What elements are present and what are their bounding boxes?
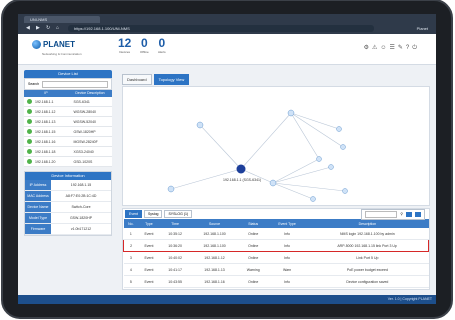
info-row: Device Name Switch-Core: [25, 202, 111, 213]
prev-page-button[interactable]: [406, 211, 412, 217]
log-tabs: Event Syslog SYSLOG (1) ⚲: [123, 208, 429, 220]
gear-icon[interactable]: ⚙: [364, 45, 372, 51]
table-row[interactable]: 4 Event 10:41:17 192.168.1.13 Warning Warn PoE…: [123, 263, 429, 276]
status-bar: Ver. 1.0 | Copyright PLANET: [18, 295, 436, 304]
device-panel: Device List Search IP Device Description…: [24, 70, 112, 290]
device-list-header: IP Device Description: [24, 90, 112, 97]
stat-alerts[interactable]: 0 Alerts: [158, 36, 166, 55]
device-node-icon: [342, 188, 348, 194]
device-row[interactable]: 192.168.1.18 XGS3-24040: [24, 147, 112, 157]
online-status-icon: [27, 119, 32, 124]
stat-alerts-value: 0: [158, 36, 166, 50]
stat-alerts-label: Alerts: [158, 50, 166, 54]
forward-icon[interactable]: ▶: [36, 25, 40, 32]
info-row: IP Address 192.168.1.15: [25, 180, 111, 191]
online-status-icon: [27, 129, 32, 134]
device-node-icon: [328, 164, 334, 170]
app-header: PLANET Networking & Communication 12 Dev…: [18, 34, 436, 65]
tab-syslog-filter[interactable]: SYSLOG (1): [164, 210, 193, 218]
online-status-icon: [27, 109, 32, 114]
tab-syslog[interactable]: Syslog: [143, 210, 163, 218]
device-node-icon: [310, 196, 316, 202]
reload-icon[interactable]: ↻: [46, 25, 50, 32]
settings-icon[interactable]: ☰: [389, 45, 397, 51]
device-row[interactable]: 192.168.1.15 GSW-1820HP: [24, 127, 112, 137]
col-ip: IP: [44, 91, 48, 95]
brand-logo: PLANET: [32, 40, 75, 50]
info-row: MAC Address A8:F7:E0:2B:1C:4D: [25, 191, 111, 202]
log-search-input[interactable]: [365, 210, 398, 218]
device-info-title: Device Information: [25, 172, 111, 180]
next-page-button[interactable]: [415, 211, 421, 217]
header-toolbar: ⚙⚠☺☰✎?⏻: [364, 44, 420, 52]
device-row[interactable]: 192.168.1.20 GSD-1020S: [24, 157, 112, 167]
back-icon[interactable]: ◀: [26, 25, 30, 32]
device-node-icon: [196, 121, 204, 129]
device-info-box: Device Information IP Address 192.168.1.1…: [24, 171, 112, 236]
highlighted-table-row[interactable]: 2 Event 10:36:20 192.168.1.100 Online Info ARP…: [123, 239, 430, 252]
tab-dashboard[interactable]: Dashboard: [122, 74, 152, 85]
stat-offline[interactable]: 0 Offline: [140, 36, 149, 55]
info-row: Firmware v1.0b171212: [25, 224, 111, 235]
tab-topology-view[interactable]: Topology View: [153, 74, 190, 85]
browser-tab[interactable]: UNI-NMS: [24, 16, 100, 23]
browser-bar: UNI-NMS ◀ ▶ ↻ ⌂ https://192.168.1.100/UN…: [18, 14, 436, 34]
power-icon[interactable]: ⏻: [412, 45, 420, 51]
stat-devices-label: Devices: [119, 50, 131, 54]
browser-profile[interactable]: Planet: [417, 25, 428, 32]
info-row: Model Type GSW-1820HP: [25, 213, 111, 224]
tablet-screen: UNI-NMS ◀ ▶ ↻ ⌂ https://192.168.1.100/UN…: [18, 14, 436, 304]
stat-devices[interactable]: 12 Devices: [118, 36, 132, 55]
core-switch-node-icon: [236, 164, 246, 174]
device-row[interactable]: 192.168.1.13 WGSW-52040: [24, 117, 112, 127]
search-icon[interactable]: ⚲: [400, 212, 403, 216]
device-row[interactable]: 192.168.1.1 SGS-6341: [24, 97, 112, 107]
topology-map[interactable]: 192.168.1.1 (SGS-6341): [122, 86, 430, 206]
tab-event[interactable]: Event: [125, 210, 142, 218]
brand-name: PLANET: [43, 40, 75, 49]
event-table-header: No. Type Time Source Status Event Type Descrip…: [123, 219, 429, 228]
device-list-title: Device List: [24, 70, 112, 78]
device-node-icon: [340, 144, 346, 150]
stat-devices-value: 12: [118, 36, 132, 50]
device-search-row: Search: [24, 78, 112, 90]
device-node-icon: [287, 109, 295, 117]
device-node-icon: [269, 179, 277, 187]
device-list: 192.168.1.1 SGS-6341 192.168.1.12 WGSW-280…: [24, 97, 112, 167]
device-search-input[interactable]: [42, 80, 108, 88]
online-status-icon: [27, 149, 32, 154]
table-row[interactable]: 3 Event 10:40:02 192.168.1.12 Online Info Link…: [123, 251, 429, 264]
online-status-icon: [27, 99, 32, 104]
topology-graph: 192.168.1.1 (SGS-6341): [167, 109, 348, 202]
brand-sub: Networking & Communication: [42, 52, 82, 56]
core-node-label: 192.168.1.1 (SGS-6341): [223, 178, 261, 182]
event-table: No. Type Time Source Status Event Type Descrip…: [123, 219, 430, 288]
col-desc: Device Description: [75, 91, 105, 95]
log-search: ⚲: [361, 208, 425, 220]
view-tabs: Dashboard Topology View: [122, 74, 190, 85]
device-node-icon: [336, 126, 342, 132]
event-log-panel: Event Syslog SYSLOG (1) ⚲ No. Type Time Sou…: [122, 208, 430, 290]
online-status-icon: [27, 159, 32, 164]
home-icon[interactable]: ⌂: [56, 25, 59, 32]
globe-icon: [32, 40, 41, 50]
device-row[interactable]: 192.168.1.16 MGSW-28240F: [24, 137, 112, 147]
online-status-icon: [27, 139, 32, 144]
table-row[interactable]: 5 Event 10:43:55 192.168.1.16 Online Info Devi…: [123, 275, 429, 288]
device-node-icon: [167, 185, 175, 193]
tool-icon[interactable]: ✎: [398, 45, 406, 51]
stat-offline-label: Offline: [140, 50, 149, 54]
device-node-icon: [316, 156, 322, 162]
stat-offline-value: 0: [140, 36, 148, 50]
address-bar[interactable]: https://192.168.1.100/UNI-NMS: [68, 25, 374, 32]
device-row[interactable]: 192.168.1.12 WGSW-28040: [24, 107, 112, 117]
table-row[interactable]: 1 Event 10:35:12 192.168.1.100 Online Info NMS…: [123, 228, 429, 240]
device-search-label: Search: [28, 82, 40, 86]
